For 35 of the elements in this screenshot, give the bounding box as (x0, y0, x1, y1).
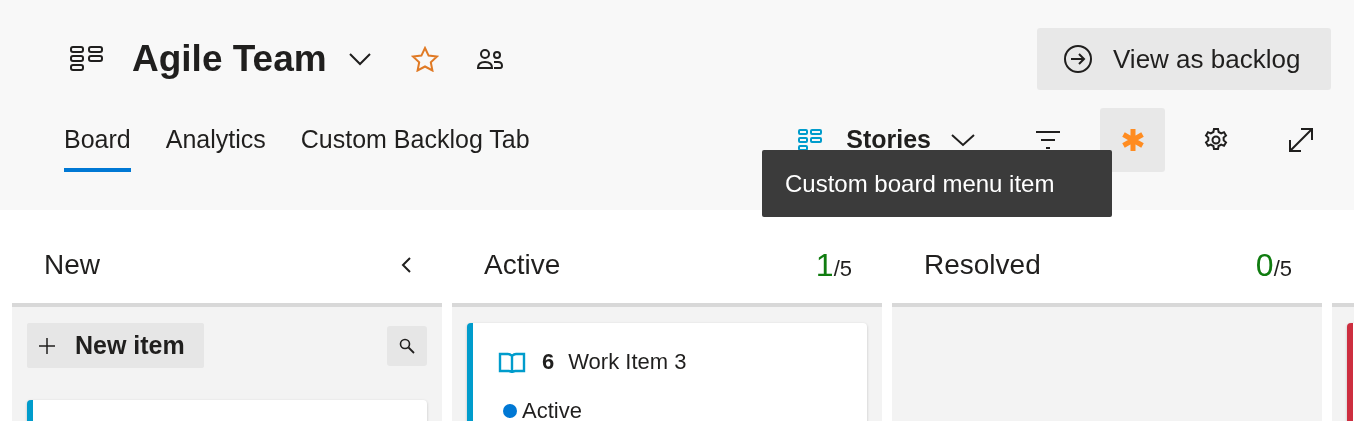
star-icon[interactable] (410, 46, 439, 72)
chevron-down-icon[interactable] (348, 52, 371, 66)
work-item-id: 6 (542, 348, 555, 376)
settings-icon[interactable] (1204, 128, 1228, 152)
work-item-title[interactable]: Work Item 3 (568, 345, 687, 378)
wip-count: 1 (815, 245, 834, 285)
new-item-button[interactable]: New item (27, 323, 204, 368)
backlog-icon (798, 128, 823, 152)
view-as-backlog-button[interactable]: View as backlog (1037, 28, 1331, 90)
filter-icon[interactable] (1035, 129, 1061, 151)
custom-menu-button[interactable] (1100, 108, 1165, 172)
board-icon (70, 45, 104, 73)
book-icon (498, 350, 526, 373)
people-icon[interactable] (476, 47, 503, 71)
arrow-circle-icon (1063, 44, 1093, 74)
tab[interactable]: Analytics (165, 108, 266, 172)
column-title: New (44, 247, 101, 282)
search-icon (399, 337, 415, 354)
wip-limit: /5 (1273, 256, 1292, 283)
wip-count: 0 (1255, 245, 1274, 285)
column-title: Resolved (924, 247, 1042, 282)
column-title: Active (484, 247, 562, 282)
search-button[interactable] (387, 325, 427, 366)
chevron-down-icon (951, 133, 975, 147)
work-item-card[interactable]: 6 Work Item 3 Active (467, 323, 867, 421)
wip-limit: /5 (833, 256, 852, 283)
expand-icon[interactable] (1288, 127, 1314, 153)
tab[interactable]: Board (64, 108, 131, 172)
tooltip: Custom board menu item (762, 150, 1112, 217)
plus-icon (39, 337, 55, 354)
tab[interactable]: Custom Backlog Tab (300, 108, 530, 172)
state-label: Active (522, 397, 582, 421)
collapse-icon[interactable] (400, 255, 412, 274)
team-title: Agile Team (132, 37, 327, 82)
asterisk-icon (1120, 128, 1145, 152)
